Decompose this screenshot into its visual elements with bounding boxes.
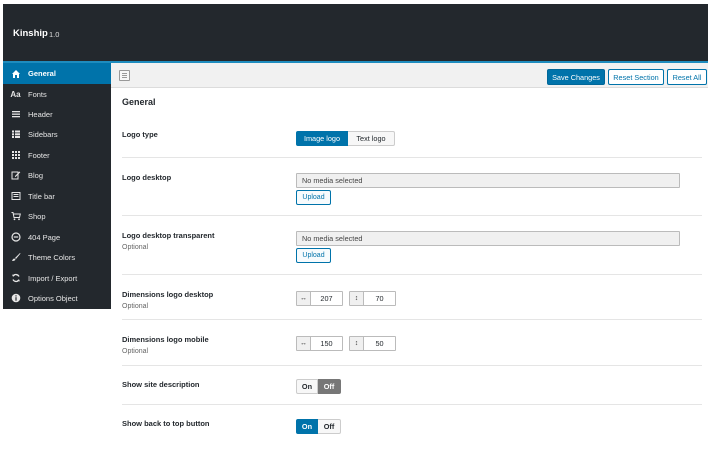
sidebar-item-label: Sidebars: [28, 129, 58, 139]
sidebar-item-footer[interactable]: Footer: [3, 145, 111, 165]
info-icon: [10, 293, 21, 304]
dimensions-desktop-width[interactable]: ↔ 207: [296, 291, 343, 306]
toggle-on-option[interactable]: On: [296, 419, 318, 434]
options-panel: Kinship 1.0 General Aa Fonts Header Side…: [3, 4, 708, 441]
logo-type-selector: Image logo Text logo: [296, 131, 395, 146]
sidebar-item-404-page[interactable]: 404 Page: [3, 227, 111, 247]
cart-icon: [10, 211, 21, 222]
sidebar-item-label: Theme Colors: [28, 252, 76, 262]
sidebar-item-fonts[interactable]: Aa Fonts: [3, 84, 111, 104]
divider: [122, 157, 702, 158]
minus-circle-icon: [10, 232, 21, 243]
width-value: 207: [320, 294, 333, 303]
show-back-to-top-toggle: On Off: [296, 419, 341, 434]
sidebar-item-label: Fonts: [28, 89, 47, 99]
sidebar-item-label: 404 Page: [28, 232, 61, 242]
refresh-icon: [10, 273, 21, 284]
width-value: 150: [320, 339, 333, 348]
logo-desktop-upload-button[interactable]: Upload: [296, 190, 331, 205]
sidebar-item-label: Import / Export: [28, 273, 78, 283]
menu-icon: [10, 109, 21, 120]
dimensions-mobile-height[interactable]: ↕ 50: [349, 336, 396, 351]
main-content: Save Changes Reset Section Reset All Gen…: [111, 63, 708, 441]
save-changes-button[interactable]: Save Changes: [547, 69, 605, 85]
logo-desktop-transparent-upload-button[interactable]: Upload: [296, 248, 331, 263]
edit-icon: [10, 170, 21, 181]
show-site-description-label: Show site description: [122, 380, 200, 389]
sidebar-item-title-bar[interactable]: Title bar: [3, 186, 111, 206]
options-toolbar: Save Changes Reset Section Reset All: [111, 63, 708, 88]
height-value: 50: [375, 339, 384, 348]
logo-desktop-label: Logo desktop: [122, 173, 172, 182]
dimensions-mobile-desc: Optional: [122, 348, 149, 355]
image-logo-option[interactable]: Image logo: [296, 131, 348, 146]
logo-desktop-transparent-desc: Optional: [122, 244, 149, 251]
height-value: 70: [375, 294, 384, 303]
sidebar-item-header[interactable]: Header: [3, 104, 111, 124]
height-arrows-icon: ↕: [350, 292, 364, 305]
logo-desktop-transparent-media-field[interactable]: No media selected: [296, 231, 680, 246]
sidebar-item-sidebars[interactable]: Sidebars: [3, 124, 111, 144]
sidebar-item-theme-colors[interactable]: Theme Colors: [3, 247, 111, 267]
text-logo-option[interactable]: Text logo: [348, 131, 395, 146]
brush-icon: [10, 252, 21, 263]
sidebar-item-label: Options Object: [28, 293, 78, 303]
toggle-off-option[interactable]: Off: [318, 419, 341, 434]
sidebar-item-general[interactable]: General: [3, 63, 111, 84]
dimensions-mobile-width[interactable]: ↔ 150: [296, 336, 343, 351]
sidebar-item-shop[interactable]: Shop: [3, 206, 111, 226]
height-arrows-icon: ↕: [350, 337, 364, 350]
divider: [122, 215, 702, 216]
section-title: General: [122, 97, 156, 107]
width-arrows-icon: ↔: [297, 292, 311, 305]
app-version: 1.0: [49, 30, 60, 39]
reset-section-button[interactable]: Reset Section: [608, 69, 664, 85]
sidebar-item-import-export[interactable]: Import / Export: [3, 268, 111, 288]
font-icon: Aa: [10, 89, 21, 99]
dimensions-desktop-desc: Optional: [122, 303, 149, 310]
grid-icon: [10, 150, 21, 161]
sidebar-item-options-object[interactable]: Options Object: [3, 288, 111, 308]
divider: [122, 274, 702, 275]
toggle-off-option[interactable]: Off: [318, 379, 341, 394]
toggle-on-option[interactable]: On: [296, 379, 318, 394]
header-bar: Kinship 1.0: [3, 4, 708, 61]
dimensions-desktop-label: Dimensions logo desktop: [122, 290, 214, 299]
titlebar-icon: [10, 191, 21, 202]
reset-all-button[interactable]: Reset All: [667, 69, 707, 85]
home-icon: [10, 68, 21, 79]
logo-type-label: Logo type: [122, 130, 158, 139]
divider: [122, 319, 702, 320]
sidebar-item-label: Shop: [28, 211, 46, 221]
width-arrows-icon: ↔: [297, 337, 311, 350]
show-site-description-toggle: On Off: [296, 379, 341, 394]
divider: [122, 365, 702, 366]
dimensions-mobile-label: Dimensions logo mobile: [122, 335, 209, 344]
divider: [122, 404, 702, 405]
dimensions-desktop-height[interactable]: ↕ 70: [349, 291, 396, 306]
sidebar: General Aa Fonts Header Sidebars Footer: [3, 63, 111, 309]
sidebar-item-label: Blog: [28, 170, 44, 180]
sidebar-item-label: Footer: [28, 150, 50, 160]
logo-desktop-transparent-label: Logo desktop transparent: [122, 231, 215, 240]
sidebar-item-blog[interactable]: Blog: [3, 165, 111, 185]
list-icon: [10, 129, 21, 140]
sidebar-item-label: General: [28, 69, 56, 78]
logo-desktop-media-field[interactable]: No media selected: [296, 173, 680, 188]
app-title: Kinship: [13, 28, 48, 39]
expand-options-icon[interactable]: [119, 70, 130, 81]
show-back-to-top-label: Show back to top button: [122, 419, 210, 428]
sidebar-item-label: Header: [28, 109, 53, 119]
sidebar-item-label: Title bar: [28, 191, 55, 201]
